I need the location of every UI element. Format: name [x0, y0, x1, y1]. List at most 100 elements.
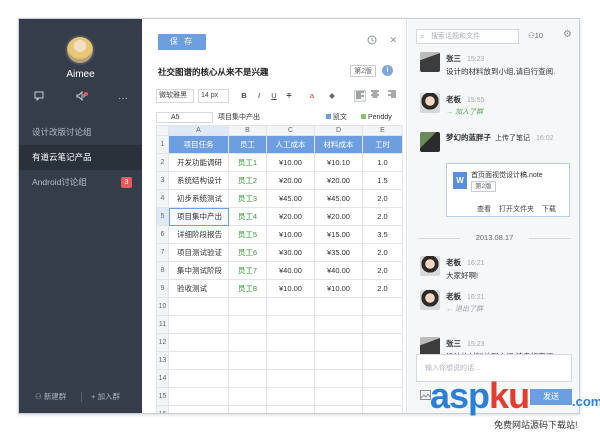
table-cell[interactable] — [228, 315, 267, 334]
members-button[interactable]: ⚇10 — [528, 31, 543, 40]
table-cell[interactable]: 员工7 — [228, 261, 267, 280]
sidebar-item-youdao-note[interactable]: 有道云笔记产品 — [19, 145, 142, 170]
table-cell[interactable]: ¥10.00 — [314, 279, 363, 298]
table-cell[interactable] — [266, 387, 315, 406]
table-cell[interactable]: 工时 — [362, 135, 403, 154]
table-cell[interactable] — [314, 351, 363, 370]
table-cell[interactable]: ¥10.00 — [266, 225, 315, 244]
table-cell[interactable]: ¥30.00 — [266, 243, 315, 262]
table-cell[interactable]: 2.0 — [362, 189, 403, 208]
table-cell[interactable]: ¥10.10 — [314, 153, 363, 172]
corner-cell[interactable] — [156, 125, 169, 136]
info-icon[interactable]: i — [382, 65, 393, 76]
table-cell[interactable]: 员工5 — [228, 225, 267, 244]
download-link[interactable]: 下载 — [542, 206, 556, 213]
table-cell[interactable] — [266, 369, 315, 388]
table-cell[interactable]: 验收测试 — [168, 279, 229, 298]
table-cell[interactable] — [362, 297, 403, 316]
document-title[interactable]: 社交图谱的核心从来不是兴趣 — [158, 66, 269, 78]
row-number[interactable]: 11 — [156, 315, 169, 334]
table-cell[interactable]: 1.5 — [362, 171, 403, 190]
table-cell[interactable] — [314, 333, 363, 352]
table-cell[interactable]: 开发功能调研 — [168, 153, 229, 172]
avatar[interactable] — [420, 52, 440, 72]
table-cell[interactable]: 初步系统测试 — [168, 189, 229, 208]
avatar[interactable] — [420, 290, 440, 310]
avatar[interactable] — [420, 132, 440, 152]
table-cell[interactable] — [168, 351, 229, 370]
table-cell[interactable] — [362, 315, 403, 334]
table-cell[interactable]: ¥10.00 — [266, 279, 315, 298]
view-file-link[interactable]: 查看 — [477, 206, 491, 213]
table-cell[interactable] — [228, 405, 267, 413]
table-cell[interactable] — [266, 405, 315, 413]
row-number[interactable]: 9 — [156, 279, 169, 298]
table-cell[interactable]: 2.0 — [362, 279, 403, 298]
table-cell[interactable] — [228, 333, 267, 352]
table-cell[interactable]: ¥20.00 — [266, 171, 315, 190]
underline-button[interactable]: U — [268, 90, 280, 102]
table-cell[interactable]: ¥15.00 — [314, 225, 363, 244]
row-number[interactable]: 10 — [156, 297, 169, 316]
table-cell[interactable]: ¥45.00 — [314, 189, 363, 208]
row-number[interactable]: 12 — [156, 333, 169, 352]
table-cell[interactable]: ¥45.00 — [266, 189, 315, 208]
table-cell[interactable]: 项目测试验证 — [168, 243, 229, 262]
table-cell[interactable]: ¥20.00 — [266, 207, 315, 226]
user-avatar[interactable] — [65, 35, 95, 65]
file-card[interactable]: W 首页面视觉设计稿.note 第2版 查看 打开文件夹 下载 — [446, 163, 570, 217]
close-icon[interactable]: ✕ — [389, 35, 397, 46]
column-header[interactable]: C — [266, 125, 315, 136]
search-input[interactable]: ⌕ 搜索话题和文件 — [416, 29, 519, 44]
table-cell[interactable]: 集中测试阶段 — [168, 261, 229, 280]
bold-button[interactable]: B — [238, 90, 250, 102]
avatar[interactable] — [420, 256, 440, 276]
font-size-select[interactable]: 14 px — [198, 89, 229, 103]
column-header[interactable]: E — [362, 125, 403, 136]
table-cell[interactable]: 员工 — [228, 135, 267, 154]
table-cell[interactable] — [228, 297, 267, 316]
table-cell[interactable]: 2.0 — [362, 261, 403, 280]
row-number[interactable]: 4 — [156, 189, 169, 208]
save-button[interactable]: 保 存 — [158, 34, 206, 50]
send-button[interactable]: 发送 — [530, 389, 572, 405]
font-color-button[interactable]: a — [304, 90, 320, 102]
volume-icon[interactable] — [73, 90, 89, 107]
table-cell[interactable] — [168, 315, 229, 334]
table-cell[interactable]: 员工8 — [228, 279, 267, 298]
column-header[interactable]: A — [168, 125, 229, 136]
table-cell[interactable] — [314, 297, 363, 316]
row-number[interactable]: 5 — [156, 207, 169, 226]
strikethrough-button[interactable]: T — [283, 90, 295, 102]
align-left-icon[interactable] — [354, 90, 366, 102]
align-center-icon[interactable] — [369, 90, 381, 102]
table-cell[interactable] — [314, 405, 363, 413]
table-cell[interactable]: ¥20.00 — [314, 171, 363, 190]
sidebar-item-design-group[interactable]: 设计改版讨论组 — [19, 120, 142, 145]
table-cell[interactable]: ¥35.00 — [314, 243, 363, 262]
table-cell[interactable]: 人工成本 — [266, 135, 315, 154]
table-cell[interactable] — [266, 315, 315, 334]
cell-value-field[interactable]: 项目集中产出 — [218, 112, 260, 123]
cell-reference-field[interactable]: A5 — [156, 112, 213, 123]
table-cell[interactable]: ¥40.00 — [314, 261, 363, 280]
font-family-select[interactable]: 微软雅黑 — [156, 89, 194, 103]
table-cell[interactable] — [168, 333, 229, 352]
row-number[interactable]: 16 — [156, 405, 169, 413]
align-right-icon[interactable] — [386, 90, 398, 102]
table-cell[interactable] — [362, 333, 403, 352]
new-group-button[interactable]: ⚇ 新建群 — [35, 391, 66, 402]
table-cell[interactable] — [168, 387, 229, 406]
table-cell[interactable] — [266, 351, 315, 370]
selected-cell[interactable]: 项目集中产出 — [168, 207, 229, 226]
table-cell[interactable]: 详细阶段报告 — [168, 225, 229, 244]
table-cell[interactable]: 系统结构设计 — [168, 171, 229, 190]
table-cell[interactable] — [228, 387, 267, 406]
row-number[interactable]: 6 — [156, 225, 169, 244]
row-number[interactable]: 7 — [156, 243, 169, 262]
table-cell[interactable]: 2.0 — [362, 207, 403, 226]
italic-button[interactable]: I — [253, 90, 265, 102]
table-cell[interactable]: 员工2 — [228, 171, 267, 190]
table-cell[interactable]: 项目任务 — [168, 135, 229, 154]
table-cell[interactable] — [314, 315, 363, 334]
